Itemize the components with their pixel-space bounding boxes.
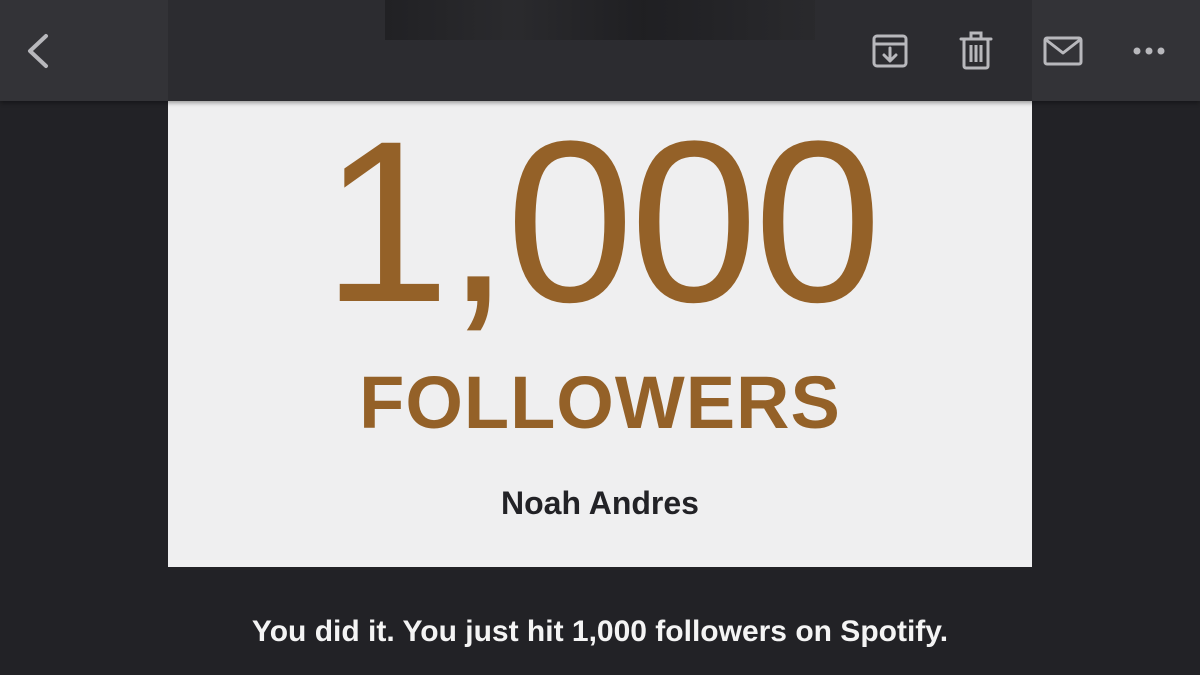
- archive-icon: [872, 34, 908, 68]
- back-button[interactable]: [16, 28, 62, 74]
- archive-button[interactable]: [867, 28, 913, 74]
- more-icon: [1133, 47, 1165, 55]
- follower-count: 1,000: [322, 93, 882, 350]
- more-button[interactable]: [1126, 28, 1172, 74]
- chevron-left-icon: [28, 34, 48, 68]
- mark-unread-button[interactable]: [1040, 28, 1086, 74]
- email-view: 1,000 FOLLOWERS Noah Andres You did it. …: [0, 0, 1200, 675]
- mail-icon: [1043, 36, 1083, 66]
- followers-label: FOLLOWERS: [359, 361, 841, 444]
- email-toolbar: [0, 0, 1200, 101]
- artist-name: Noah Andres: [501, 485, 699, 521]
- trash-button[interactable]: [953, 28, 999, 74]
- trash-icon: [959, 31, 993, 70]
- email-message: You did it. You just hit 1,000 followers…: [251, 615, 949, 648]
- milestone-card: 1,000 FOLLOWERS Noah Andres: [168, 101, 1032, 567]
- header-image-blurred: [385, 0, 815, 40]
